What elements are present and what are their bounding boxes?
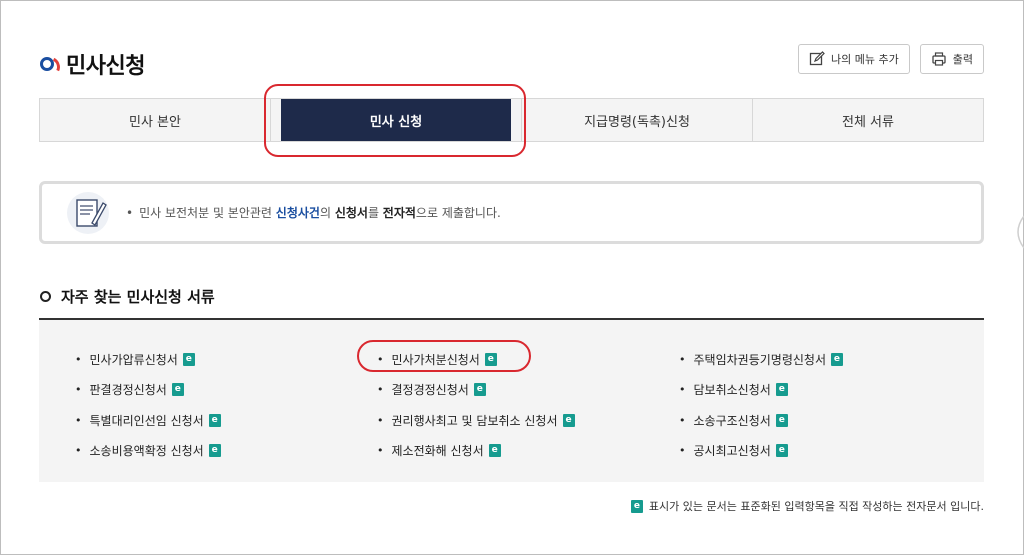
print-icon xyxy=(932,52,946,66)
annotation-circle-item xyxy=(357,340,531,372)
tab-all-documents[interactable]: 전체 서류 xyxy=(753,99,983,141)
e-document-icon: e xyxy=(775,444,788,458)
notice-text: • 민사 보전처분 및 본안관련 신청사건의 신청서를 전자적으로 제출합니다. xyxy=(126,204,501,221)
document-link[interactable]: • 주택임차권등기명령신청서 e xyxy=(679,344,843,375)
footer-note-text: 표시가 있는 문서는 표준화된 입력항목을 직접 작성하는 전자문서 입니다. xyxy=(648,500,984,513)
print-label: 출력 xyxy=(952,53,973,66)
document-link[interactable]: • 권리행사최고 및 담보취소 신청서 e xyxy=(377,405,575,436)
notice-part2: 의 xyxy=(319,206,335,220)
tab-civil-main[interactable]: 민사 본안 xyxy=(40,99,271,141)
add-my-menu-button[interactable]: 나의 메뉴 추가 xyxy=(798,44,910,74)
document-link[interactable]: • 제소전화해 신청서 e xyxy=(377,436,575,467)
notice-bullet: • xyxy=(126,206,134,220)
e-document-icon: e xyxy=(473,383,486,397)
tab-payment-order[interactable]: 지급명령(독촉)신청 xyxy=(521,99,753,141)
document-pen-icon xyxy=(67,191,109,234)
document-link[interactable]: • 결정경정신청서 e xyxy=(377,375,575,406)
e-document-icon: e xyxy=(562,413,575,427)
top-actions: 나의 메뉴 추가 출력 xyxy=(798,44,984,74)
annotation-circle-tab xyxy=(264,84,526,157)
notice-box: • 민사 보전처분 및 본안관련 신청사건의 신청서를 전자적으로 제출합니다. xyxy=(39,181,984,244)
notice-part3: 를 xyxy=(367,206,383,220)
section-header: 자주 찾는 민사신청 서류 xyxy=(40,286,215,307)
e-document-icon: e xyxy=(208,413,221,427)
document-link[interactable]: • 소송비용액확정 신청서 e xyxy=(75,436,221,467)
documents-column-3: • 주택임차권등기명령신청서 e • 담보취소신청서 e • 소송구조신청서 e • 공시최고… xyxy=(679,344,843,466)
scroll-arrow-icon[interactable] xyxy=(1006,212,1024,252)
documents-column-1: • 민사가압류신청서 e • 판결경정신청서 e • 특별대리인선임 신청서 e • 소송비용… xyxy=(75,344,221,466)
document-link[interactable]: • 공시최고신청서 e xyxy=(679,436,843,467)
section-title: 자주 찾는 민사신청 서류 xyxy=(61,288,215,306)
e-document-icon: e xyxy=(208,444,221,458)
document-link[interactable]: • 특별대리인선임 신청서 e xyxy=(75,405,221,436)
e-document-icon: e xyxy=(775,383,788,397)
print-button[interactable]: 출력 xyxy=(919,44,984,74)
footer-note: e 표시가 있는 문서는 표준화된 입력항목을 직접 작성하는 전자문서 입니다… xyxy=(630,498,984,514)
section-ring-icon xyxy=(40,291,51,302)
title-circle-icon xyxy=(40,57,54,71)
e-document-icon: e xyxy=(488,444,501,458)
document-link[interactable]: • 민사가압류신청서 e xyxy=(75,344,221,375)
add-my-menu-label: 나의 메뉴 추가 xyxy=(831,53,899,66)
notice-part4: 으로 제출합니다. xyxy=(415,206,501,220)
notice-highlight-electronic: 전자적 xyxy=(382,206,416,220)
notice-part1: 민사 보전처분 및 본안관련 xyxy=(139,206,276,220)
e-document-icon: e xyxy=(182,352,195,366)
document-link[interactable]: • 소송구조신청서 e xyxy=(679,405,843,436)
e-document-icon: e xyxy=(830,352,843,366)
notice-highlight-application: 신청서 xyxy=(334,206,368,220)
document-link[interactable]: • 판결경정신청서 e xyxy=(75,375,221,406)
edit-icon xyxy=(809,51,825,66)
page-title-row: 민사신청 xyxy=(40,48,145,80)
e-document-icon: e xyxy=(630,499,643,513)
notice-highlight-case: 신청사건 xyxy=(275,206,320,220)
e-document-icon: e xyxy=(171,383,184,397)
e-document-icon: e xyxy=(775,413,788,427)
page-title: 민사신청 xyxy=(66,54,145,79)
document-link[interactable]: • 담보취소신청서 e xyxy=(679,375,843,406)
